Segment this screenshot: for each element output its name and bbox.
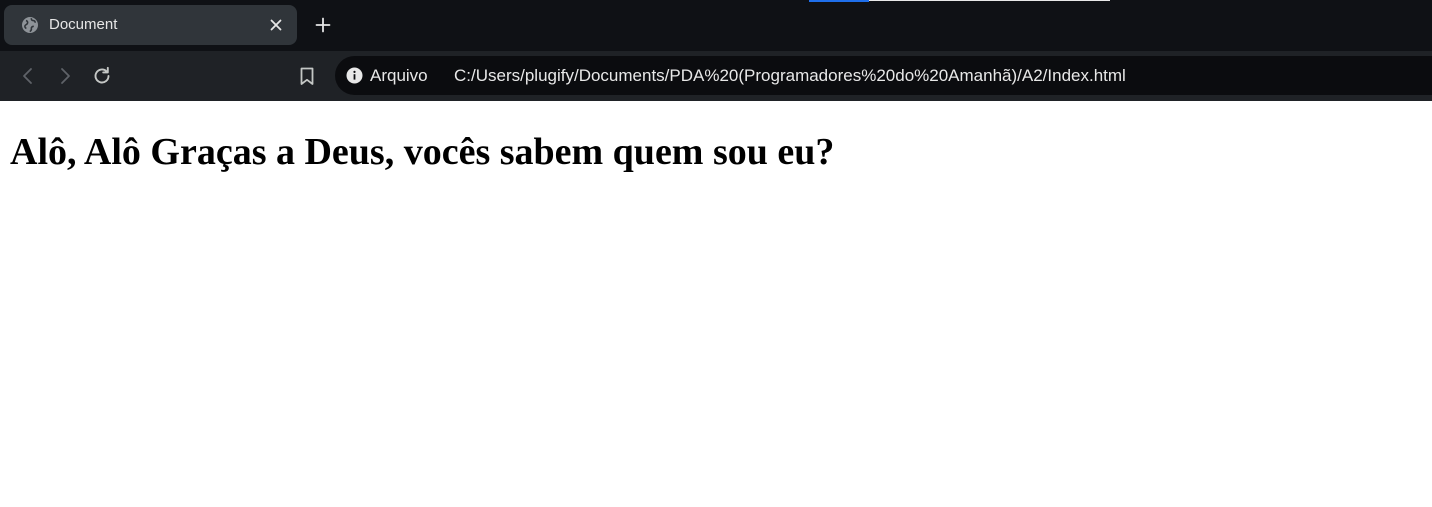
page-heading: Alô, Alô Graças a Deus, vocês sabem quem… (10, 131, 835, 173)
bookmark-button[interactable] (294, 63, 320, 89)
plus-icon (315, 17, 331, 33)
bookmark-icon (300, 67, 314, 85)
back-button[interactable] (15, 63, 41, 89)
globe-icon (21, 16, 39, 34)
new-tab-button[interactable] (313, 15, 333, 35)
close-icon[interactable] (267, 16, 285, 34)
url-text[interactable]: C:/Users/plugify/Documents/PDA%20(Progra… (454, 65, 1126, 86)
chevron-right-icon (61, 68, 70, 84)
chevron-left-icon (23, 68, 32, 84)
tab-strip: Document (0, 0, 1432, 51)
info-icon[interactable] (346, 67, 363, 84)
top-accent-line (809, 0, 869, 2)
tab-document[interactable]: Document (4, 5, 297, 45)
page-viewport: Alô, Alô Graças a Deus, vocês sabem quem… (0, 101, 1432, 507)
toolbar: Arquivo C:/Users/plugify/Documents/PDA%2… (0, 51, 1432, 101)
site-info-label[interactable]: Arquivo (370, 65, 428, 86)
browser-window: Document Arquivo C:/Users/plugify/Docume… (0, 0, 1432, 507)
tab-title: Document (49, 16, 118, 33)
reload-icon (94, 66, 110, 84)
forward-button[interactable] (52, 63, 78, 89)
reload-button[interactable] (89, 63, 115, 89)
top-highlight-line (869, 0, 1110, 1)
address-bar[interactable]: Arquivo C:/Users/plugify/Documents/PDA%2… (335, 56, 1432, 95)
